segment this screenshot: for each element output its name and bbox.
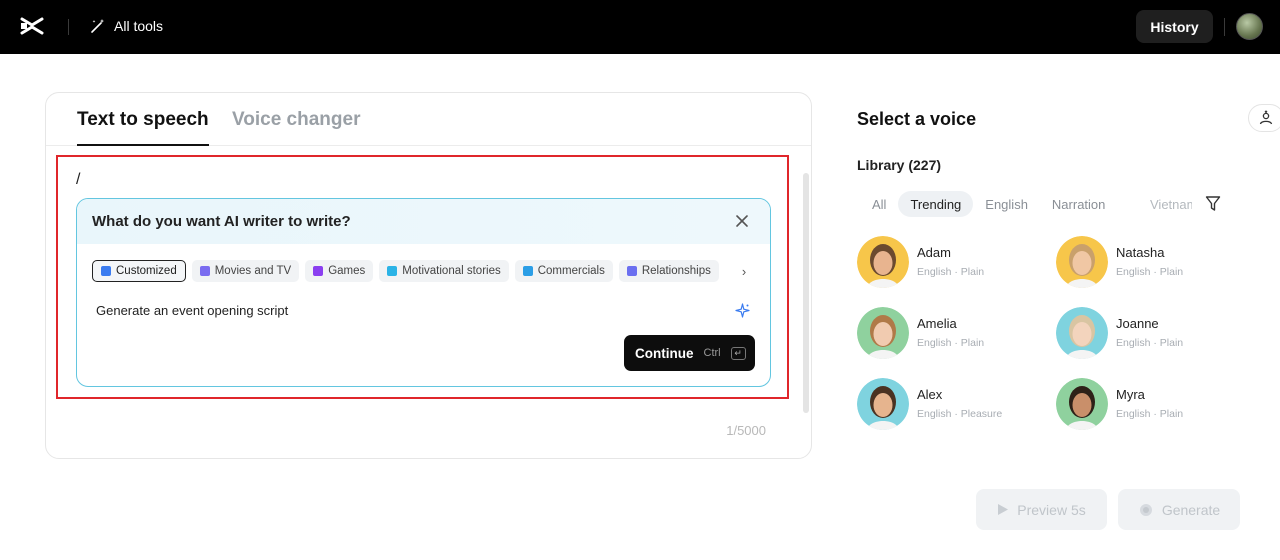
upload-person-icon xyxy=(1259,110,1273,125)
sparkle-icon[interactable] xyxy=(735,303,750,318)
gamepad-icon xyxy=(313,266,324,276)
filter-vietnam[interactable]: Vietnam xyxy=(1140,191,1192,217)
voice-name: Adam xyxy=(917,245,951,260)
category-chips: Customized Movies and TV Games Motivatio… xyxy=(92,260,719,282)
chip-relationships[interactable]: Relationships xyxy=(618,260,719,282)
all-tools-button[interactable]: All tools xyxy=(89,16,163,36)
generate-label: Generate xyxy=(1161,501,1221,518)
tab-bar: Text to speech Voice changer xyxy=(46,93,811,146)
voice-avatar xyxy=(1056,236,1108,288)
generate-icon xyxy=(1139,503,1152,516)
chip-label: Customized xyxy=(116,265,177,277)
generate-button[interactable]: Generate xyxy=(1118,489,1240,530)
enter-key-icon: ↵ xyxy=(730,346,746,360)
tab-voice-changer[interactable]: Voice changer xyxy=(232,109,360,131)
chip-label: Games xyxy=(328,265,366,277)
filter-narration[interactable]: Narration xyxy=(1040,191,1117,217)
ai-writer-header: What do you want AI writer to write? xyxy=(77,199,770,244)
user-avatar[interactable] xyxy=(1236,13,1263,40)
voice-meta: English · Plain xyxy=(917,266,985,278)
filter-icon[interactable] xyxy=(1205,195,1221,213)
magic-wand-icon xyxy=(91,18,105,33)
divider xyxy=(68,19,69,35)
tab-text-to-speech[interactable]: Text to speech xyxy=(77,109,209,131)
voice-avatar xyxy=(857,236,909,288)
edit-icon xyxy=(101,266,111,276)
voice-item[interactable]: Amelia English · Plain xyxy=(857,307,1047,361)
active-tab-indicator xyxy=(77,144,209,146)
voice-name: Amelia xyxy=(917,316,957,331)
continue-button[interactable]: Continue Ctrl ↵ xyxy=(624,335,755,371)
top-bar: All tools History xyxy=(0,0,1280,54)
voice-meta: English · Plain xyxy=(1116,266,1184,278)
preview-button[interactable]: Preview 5s xyxy=(976,489,1107,530)
chip-label: Movies and TV xyxy=(214,265,292,277)
voice-meta: English · Plain xyxy=(1116,337,1184,349)
hand-icon xyxy=(387,266,398,276)
upload-voice-button[interactable] xyxy=(1248,104,1280,132)
voice-item[interactable]: Natasha English · Plain xyxy=(1056,236,1246,290)
voice-avatar xyxy=(1056,378,1108,430)
chip-customized[interactable]: Customized xyxy=(92,260,186,282)
chip-label: Motivational stories xyxy=(402,265,501,277)
capcut-logo-icon[interactable] xyxy=(19,14,45,38)
voice-name: Natasha xyxy=(1116,245,1165,260)
voice-item[interactable]: Alex English · Pleasure xyxy=(857,378,1047,432)
chip-motivational-stories[interactable]: Motivational stories xyxy=(379,260,509,282)
chip-games[interactable]: Games xyxy=(305,260,374,282)
chip-label: Relationships xyxy=(641,265,711,277)
voice-name: Joanne xyxy=(1116,316,1159,331)
shortcut-ctrl: Ctrl xyxy=(703,347,721,359)
voice-item[interactable]: Myra English · Plain xyxy=(1056,378,1246,432)
megaphone-icon xyxy=(522,266,533,276)
select-voice-title: Select a voice xyxy=(857,109,977,129)
filter-english[interactable]: English xyxy=(973,191,1040,217)
voice-avatar xyxy=(857,378,909,430)
chevron-right-icon[interactable]: › xyxy=(733,260,755,282)
voice-meta: English · Pleasure xyxy=(917,408,1003,420)
list-fade xyxy=(850,440,1210,470)
chip-label: Commercials xyxy=(537,265,605,277)
voice-avatar xyxy=(857,307,909,359)
close-icon[interactable] xyxy=(734,213,750,229)
voice-filters: All Trending English Narration xyxy=(860,191,1117,217)
preview-label: Preview 5s xyxy=(1017,501,1086,518)
voice-meta: English · Plain xyxy=(1116,408,1184,420)
all-tools-label: All tools xyxy=(114,18,164,34)
film-icon xyxy=(199,266,210,276)
history-button[interactable]: History xyxy=(1136,10,1213,43)
divider xyxy=(1224,18,1225,36)
continue-label: Continue xyxy=(635,345,694,361)
people-icon xyxy=(626,266,637,276)
voice-name: Alex xyxy=(917,387,943,402)
ai-writer-title: What do you want AI writer to write? xyxy=(92,213,351,230)
voice-name: Myra xyxy=(1116,387,1145,402)
library-label: Library (227) xyxy=(857,157,942,173)
voice-item[interactable]: Adam English · Plain xyxy=(857,236,1047,290)
voice-meta: English · Plain xyxy=(917,337,985,349)
prompt-input[interactable]: Generate an event opening script xyxy=(96,303,288,318)
play-icon xyxy=(998,504,1009,515)
scrollbar[interactable] xyxy=(803,173,809,413)
voice-avatar xyxy=(1056,307,1108,359)
filter-trending[interactable]: Trending xyxy=(898,191,974,217)
character-counter: 1/5000 xyxy=(726,423,766,438)
filter-overflow: Vietnam xyxy=(1140,191,1192,217)
voice-item[interactable]: Joanne English · Plain xyxy=(1056,307,1246,361)
filter-all[interactable]: All xyxy=(860,191,898,217)
chip-commercials[interactable]: Commercials xyxy=(514,260,613,282)
ai-writer-panel: What do you want AI writer to write? Cus… xyxy=(76,198,771,387)
chip-movies-and-tv[interactable]: Movies and TV xyxy=(191,260,300,282)
